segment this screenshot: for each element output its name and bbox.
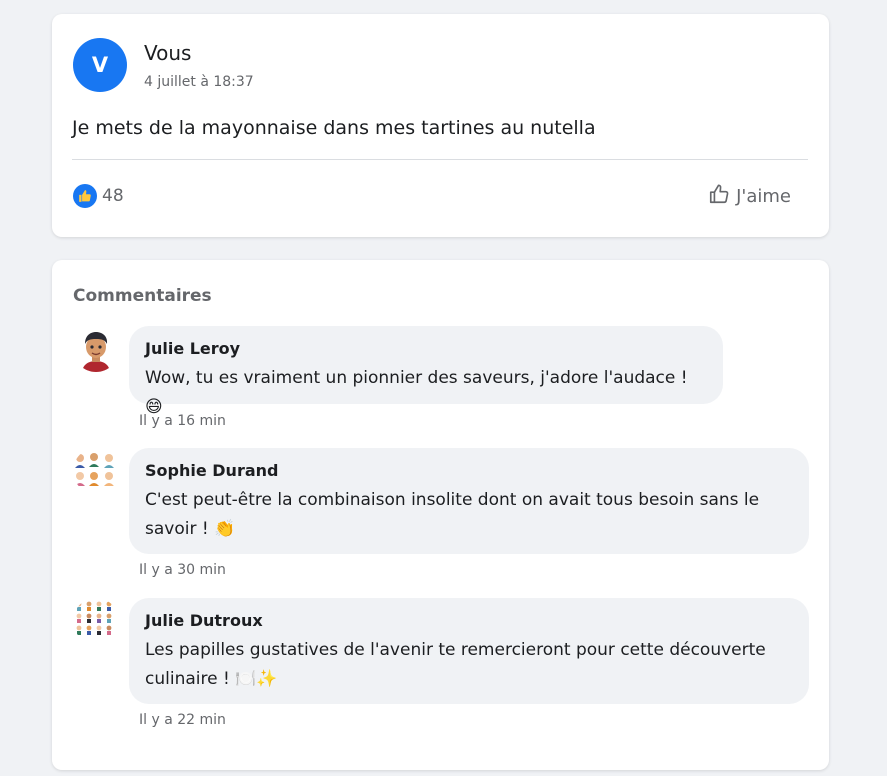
post-timestamp[interactable]: 4 juillet à 18:37	[144, 74, 254, 90]
comment-bubble[interactable]: Julie Leroy Wow, tu es vraiment un pionn…	[129, 326, 723, 417]
commenter-name[interactable]: Sophie Durand	[145, 461, 793, 480]
comments-card: Commentaires Julie Leroy Wow, tu es vrai…	[52, 260, 829, 770]
comment-bubble[interactable]: Sophie Durand C'est peut-être la combina…	[129, 448, 809, 554]
post-author[interactable]: Vous	[144, 41, 191, 65]
commenter-avatar[interactable]	[73, 448, 119, 494]
comment-time[interactable]: Il y a 30 min	[139, 562, 226, 578]
commenter-name[interactable]: Julie Leroy	[145, 339, 707, 358]
commenter-avatar[interactable]	[73, 598, 119, 644]
comment-text: Wow, tu es vraiment un pionnier des save…	[145, 368, 688, 417]
post-text: Je mets de la mayonnaise dans mes tartin…	[72, 117, 596, 139]
author-avatar[interactable]: V	[73, 38, 127, 92]
commenter-avatar[interactable]	[73, 326, 119, 372]
comment-text: C'est peut-être la combinaison insolite …	[145, 490, 760, 539]
comment-bubble[interactable]: Julie Dutroux Les papilles gustatives de…	[129, 598, 809, 704]
post-divider	[72, 159, 808, 160]
comments-title: Commentaires	[73, 286, 212, 306]
thumbs-up-outline-icon	[708, 183, 730, 210]
thumbs-up-icon	[73, 184, 97, 208]
avatar-letter: V	[91, 53, 109, 77]
comment-time[interactable]: Il y a 16 min	[139, 413, 226, 429]
like-label: J'aime	[736, 186, 791, 207]
comment-text: Les papilles gustatives de l'avenir te r…	[145, 640, 766, 689]
reactions-summary[interactable]: 48	[73, 184, 124, 208]
commenter-name[interactable]: Julie Dutroux	[145, 611, 793, 630]
like-button[interactable]: J'aime	[708, 183, 791, 210]
comment-time[interactable]: Il y a 22 min	[139, 712, 226, 728]
post-card: V Vous 4 juillet à 18:37 Je mets de la m…	[52, 14, 829, 237]
reaction-count: 48	[102, 186, 124, 206]
